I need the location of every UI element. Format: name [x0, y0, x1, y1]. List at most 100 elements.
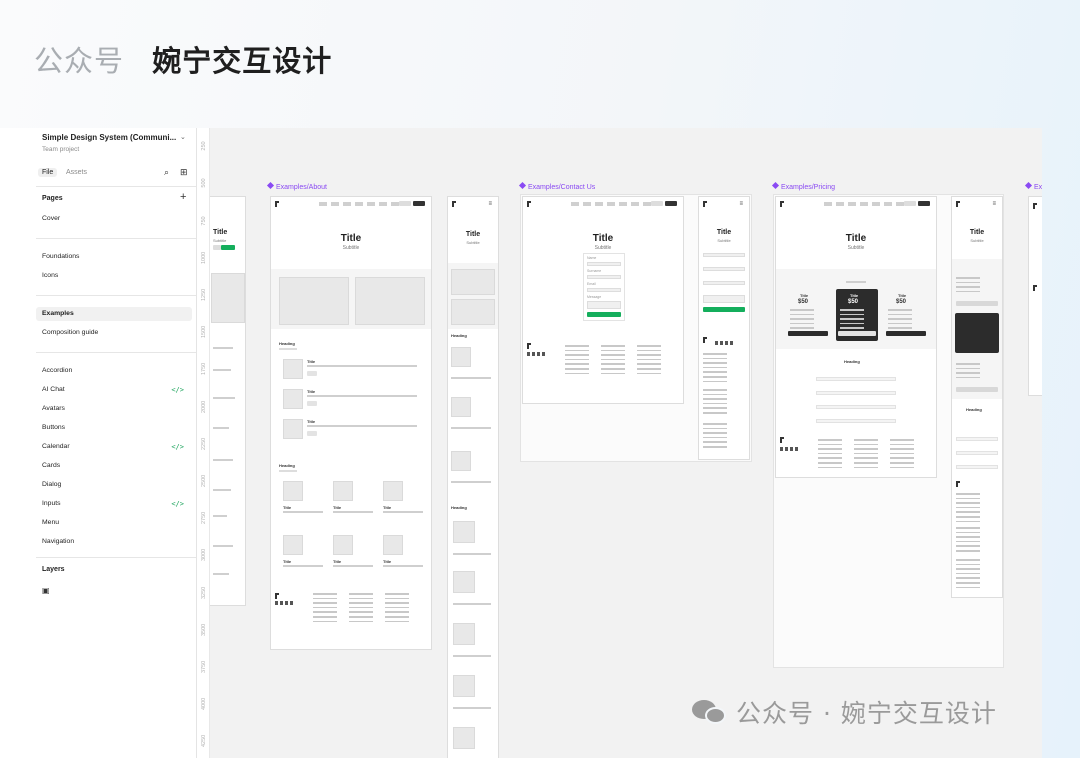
- footer-column: [956, 493, 980, 525]
- menu-icon: ≡: [488, 201, 492, 207]
- add-page-icon[interactable]: +: [180, 191, 186, 203]
- artboard-contact-mobile[interactable]: ≡ Title Subtitle: [698, 196, 750, 460]
- text-line: [453, 655, 491, 657]
- page-item-foundations[interactable]: Foundations: [36, 250, 192, 264]
- text-line: [333, 511, 373, 513]
- text-line: [283, 511, 323, 513]
- artboard-partial-right[interactable]: [1028, 196, 1042, 396]
- page-item-ai-chat[interactable]: AI Chat </>: [36, 383, 192, 397]
- frame-label-about[interactable]: Examples/About: [266, 181, 327, 191]
- frame-icon: [771, 181, 780, 190]
- artboard-about-desktop[interactable]: Title Subtitle Heading Title Title Title…: [270, 196, 432, 650]
- page-item-accordion[interactable]: Accordion: [36, 364, 192, 378]
- message-field: [587, 301, 621, 309]
- hero-subtitle: Subtitle: [970, 238, 984, 243]
- image-placeholder: [451, 397, 471, 417]
- footer-column: [890, 439, 914, 471]
- tab-file[interactable]: File: [38, 168, 58, 177]
- contact-form: Name Surname Email Message: [583, 253, 625, 321]
- image-placeholder: [451, 299, 495, 325]
- pages-heading: Pages: [42, 195, 63, 202]
- ruler-mark: 2000: [201, 400, 207, 413]
- design-canvas[interactable]: Title Subtitle Examples/About Title Subt…: [210, 128, 1042, 758]
- image-placeholder: [283, 535, 303, 555]
- frame-label-pricing[interactable]: Examples/Pricing: [771, 181, 835, 191]
- text-line: [383, 511, 423, 513]
- card-title: Title: [800, 293, 809, 298]
- image-placeholder: [333, 535, 353, 555]
- section-heading: Heading: [451, 505, 467, 510]
- hero-title: Title: [716, 229, 732, 236]
- feature-list: [840, 309, 864, 332]
- ruler-mark: 2500: [201, 474, 207, 487]
- accordion-item: [816, 391, 896, 395]
- page-item-icons[interactable]: Icons: [36, 269, 192, 283]
- hero-subtitle: Subtitle: [717, 238, 731, 243]
- plan-button: [838, 331, 876, 336]
- feature-list: [888, 309, 912, 332]
- page-item-dialog[interactable]: Dialog: [36, 478, 192, 492]
- footer-logo-icon: [527, 343, 531, 349]
- frame-label-partial[interactable]: Ex: [1024, 181, 1042, 191]
- logo-icon: [452, 201, 456, 207]
- artboard-partial-left[interactable]: Title Subtitle: [210, 196, 246, 606]
- text-line: [213, 397, 235, 399]
- card-title: Title: [898, 293, 907, 298]
- page-item-composition-guide[interactable]: Composition guide: [36, 326, 192, 340]
- logo-icon: [780, 201, 784, 207]
- image-placeholder: [283, 481, 303, 501]
- ruler-mark: 1750: [201, 362, 207, 375]
- page-item-label: Calendar: [42, 443, 70, 450]
- image-placeholder: [283, 389, 303, 409]
- artboard-contact-desktop[interactable]: Title Subtitle Name Surname Email Messag…: [522, 196, 684, 404]
- frame-layer-icon[interactable]: ▣: [42, 586, 50, 595]
- frame-icon: [266, 181, 275, 190]
- input-field: [703, 295, 745, 303]
- image-placeholder: [383, 535, 403, 555]
- page-item-avatars[interactable]: Avatars: [36, 402, 192, 416]
- footer-column: [601, 345, 625, 377]
- image-placeholder: [451, 269, 495, 295]
- artboard-about-mobile[interactable]: ≡ Title Subtitle Heading Heading: [447, 196, 499, 758]
- submit-button: [703, 307, 745, 312]
- card-title: Title: [383, 505, 392, 510]
- pricing-card: Title $50: [786, 293, 830, 339]
- artboard-pricing-mobile[interactable]: ≡ Title Subtitle Heading: [951, 196, 1003, 598]
- accordion-item: [816, 419, 896, 423]
- text-line: [333, 565, 373, 567]
- library-icon[interactable]: ⊞: [180, 167, 188, 178]
- logo-icon: [527, 201, 531, 207]
- hero-subtitle: Subtitle: [466, 240, 480, 245]
- card-title: Title: [333, 505, 342, 510]
- divider: [36, 557, 196, 558]
- page-item-navigation[interactable]: Navigation: [36, 535, 192, 549]
- price: $50: [848, 299, 859, 305]
- page-item-cards[interactable]: Cards: [36, 459, 192, 473]
- artboard-pricing-desktop[interactable]: Title Subtitle Title $50 Title $50 Title…: [775, 196, 937, 478]
- image-placeholder: [283, 419, 303, 439]
- page-item-menu[interactable]: Menu: [36, 516, 192, 530]
- tab-assets[interactable]: Assets: [62, 168, 91, 177]
- feature-list: [956, 277, 980, 295]
- footer-logo-icon: [275, 593, 279, 599]
- page-item-cover[interactable]: Cover: [36, 212, 192, 226]
- page-item-buttons[interactable]: Buttons: [36, 421, 192, 435]
- card-title: Title: [333, 559, 342, 564]
- footer-logo-icon: [703, 337, 707, 343]
- file-name[interactable]: Simple Design System (Communi...: [42, 133, 176, 142]
- frame-label-contact[interactable]: Examples/Contact Us: [518, 181, 595, 191]
- submit-button: [587, 312, 621, 317]
- hero-title: Title: [845, 233, 867, 244]
- page-item-inputs[interactable]: Inputs </>: [36, 497, 192, 511]
- page-item-calendar[interactable]: Calendar </>: [36, 440, 192, 454]
- chevron-down-icon[interactable]: ⌄: [180, 133, 186, 141]
- field-label: Email: [587, 282, 596, 286]
- feature-list: [956, 363, 980, 381]
- footer-column: [703, 423, 727, 451]
- page-item-examples[interactable]: Examples: [36, 307, 192, 321]
- sidebar-tabs: File Assets ⌕ ⊞: [36, 167, 196, 182]
- navbar: ≡: [703, 201, 745, 209]
- search-icon[interactable]: ⌕: [164, 167, 169, 178]
- hero-subtitle: Subtitle: [594, 245, 612, 251]
- input-field: [703, 267, 745, 271]
